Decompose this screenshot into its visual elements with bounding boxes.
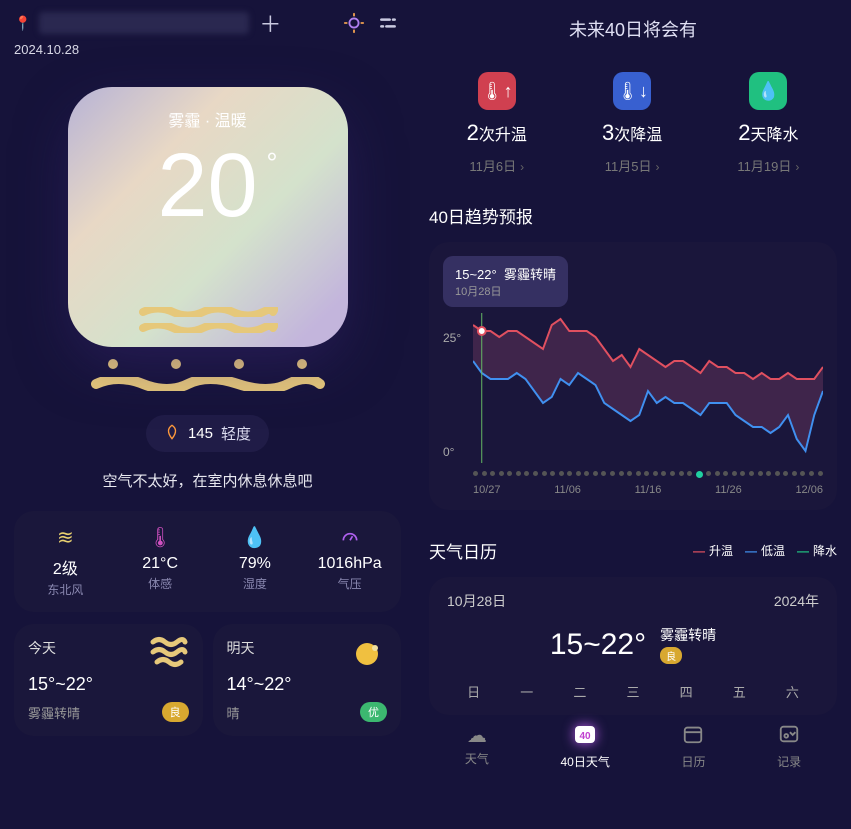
gauge-icon [302, 525, 397, 549]
forty-day-summary: 🌡↑ 2次升温 11月6日› 🌡↓ 3次降温 11月5日› 💧 2天降水 11月… [429, 72, 837, 175]
aqi-badge[interactable]: 145 轻度 [146, 415, 269, 452]
calendar-date: 10月28日 [447, 591, 506, 611]
tab-40day[interactable]: 40 40日天气 [560, 723, 609, 770]
chart-x-axis: 10/2711/0611/1611/2612/06 [443, 484, 823, 496]
aqi-badge-today: 良 [162, 702, 189, 722]
bottom-tabbar: ☁ 天气 40 40日天气 日历 记录 [429, 723, 837, 776]
aqi-value: 145 [188, 425, 213, 442]
calendar-temp: 15~22° [550, 628, 646, 662]
warming-icon: 🌡↑ [478, 72, 516, 110]
rain-icon: 💧 [749, 72, 787, 110]
summary-rain[interactable]: 💧 2天降水 11月19日› [737, 72, 799, 175]
wind-icon: ≋ [18, 525, 113, 549]
chevron-right-icon: › [520, 160, 524, 174]
tab-record[interactable]: 记录 [777, 723, 801, 770]
current-weather-card[interactable]: 雾霾 · 温暖 20° [68, 87, 348, 347]
weather-advice: 空气不太好，在室内休息休息吧 [14, 470, 401, 491]
summary-cooling[interactable]: 🌡↓ 3次降温 11月5日› [602, 72, 662, 175]
calendar-card[interactable]: 10月28日 2024年 15~22° 雾霾转晴 良 日一二三四五六 [429, 577, 837, 715]
forty-day-tab-icon: 40 [560, 723, 609, 751]
forty-day-title: 未来40日将会有 [429, 16, 837, 42]
calendar-title: 天气日历 [429, 538, 693, 563]
svg-text:40: 40 [580, 731, 592, 742]
haze-icon [68, 307, 348, 333]
trend-chart[interactable]: 25° 0° [443, 313, 823, 463]
chart-tooltip: 15~22° 雾霾转晴 10月28日 [443, 256, 568, 307]
today-card[interactable]: 今天 15°~22° 雾霾转晴 良 [14, 624, 203, 736]
leaf-icon [164, 424, 180, 444]
tab-calendar[interactable]: 日历 [681, 723, 705, 770]
haze-decoration [68, 359, 348, 391]
weekday-header: 日一二三四五六 [447, 682, 819, 701]
condition-text: 雾霾 · 温暖 [168, 107, 246, 131]
calendar-aqi-badge: 良 [660, 647, 682, 664]
metric-pressure[interactable]: 1016hPa 气压 [302, 525, 397, 598]
record-tab-icon [777, 723, 801, 751]
trend-title: 40日趋势预报 [429, 203, 837, 228]
aqi-level: 轻度 [221, 423, 251, 444]
menu-icon[interactable] [375, 10, 401, 36]
current-date: 2024.10.28 [14, 42, 401, 57]
thermometer-icon: 🌡 [113, 525, 208, 549]
add-location-icon[interactable]: ＋ [257, 10, 283, 36]
current-temperature: 20° [157, 141, 257, 231]
weather-tab-icon: ☁ [465, 723, 489, 748]
theme-icon[interactable] [341, 10, 367, 36]
metric-wind[interactable]: ≋ 2级 东北风 [18, 525, 113, 598]
tab-weather[interactable]: ☁ 天气 [465, 723, 489, 770]
aqi-badge-tomorrow: 优 [360, 702, 387, 722]
calendar-year: 2024年 [774, 591, 819, 611]
chevron-right-icon: › [795, 160, 799, 174]
chart-day-dots[interactable] [443, 471, 823, 478]
droplet-icon: 💧 [208, 525, 303, 549]
haze-small-icon [149, 634, 189, 677]
calendar-tab-icon [681, 723, 705, 751]
trend-chart-card[interactable]: 15~22° 雾霾转晴 10月28日 25° 0° 10/2711/0611/1… [429, 242, 837, 510]
location-pin-icon: 📍 [14, 15, 31, 32]
metrics-row: ≋ 2级 东北风 🌡 21°C 体感 💧 79% 湿度 1016hPa 气压 [14, 511, 401, 612]
header: 📍 ＋ [14, 10, 401, 36]
chevron-right-icon: › [656, 160, 660, 174]
metric-humidity[interactable]: 💧 79% 湿度 [208, 525, 303, 598]
tomorrow-card[interactable]: 明天 14°~22° 晴 优 [213, 624, 402, 736]
location-name-blurred[interactable] [39, 12, 249, 34]
summary-warming[interactable]: 🌡↑ 2次升温 11月6日› [467, 72, 527, 175]
sun-icon [347, 634, 387, 683]
cooling-icon: 🌡↓ [613, 72, 651, 110]
calendar-legend: 升温 低温 降水 [693, 542, 837, 559]
metric-feels-like[interactable]: 🌡 21°C 体感 [113, 525, 208, 598]
